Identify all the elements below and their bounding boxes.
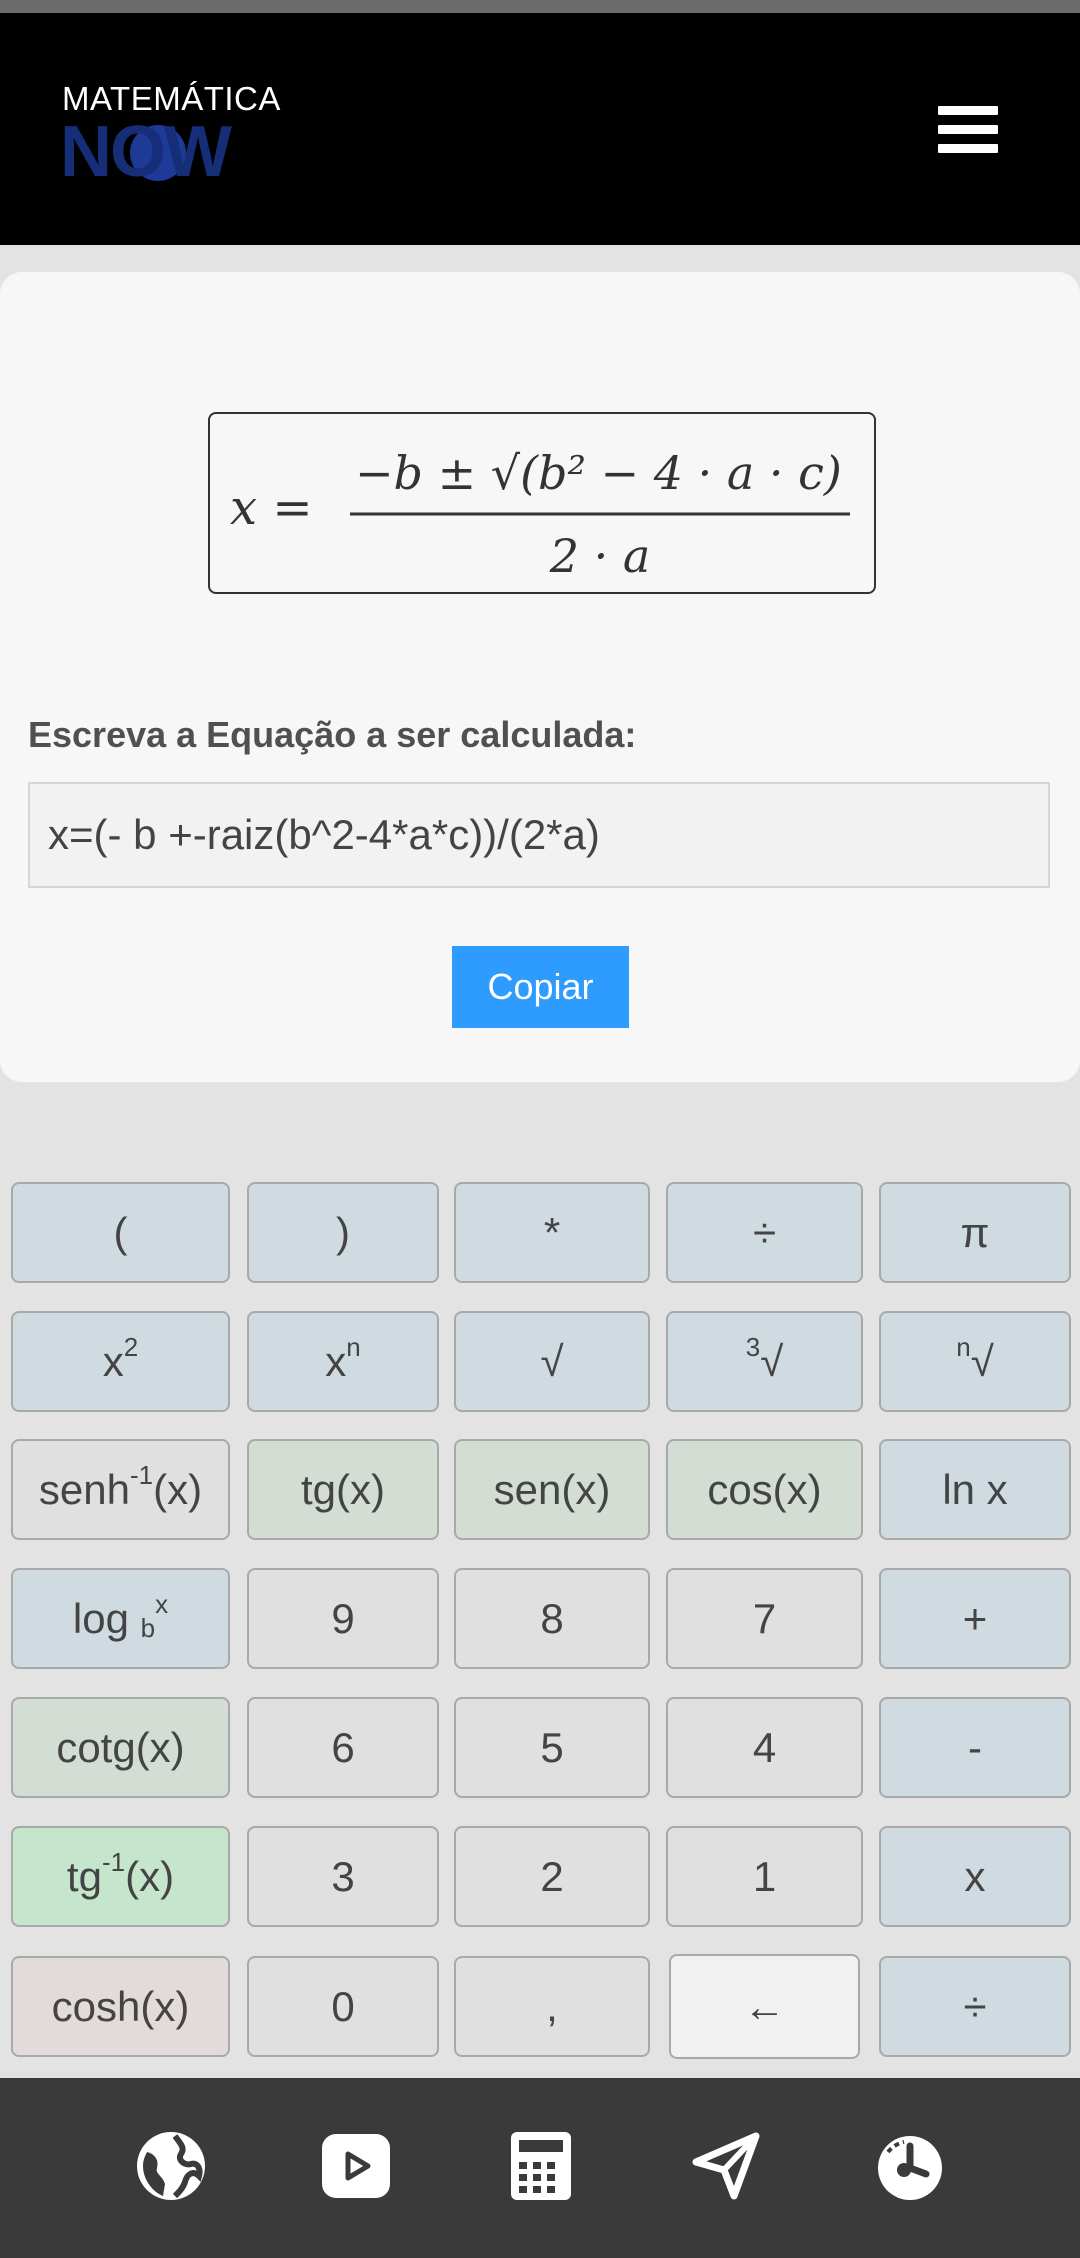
key-square[interactable]: x2 bbox=[11, 1311, 230, 1412]
equation-label: Escreva a Equação a ser calculada: bbox=[28, 714, 637, 755]
key-cbrt-index: 3 bbox=[745, 1332, 761, 1362]
key-tg-inverse-base: tg bbox=[66, 1852, 102, 1900]
play-icon[interactable] bbox=[320, 2130, 392, 2202]
key-6[interactable]: 6 bbox=[247, 1697, 439, 1798]
key-senh-inverse[interactable]: senh -1 (x) bbox=[11, 1439, 230, 1540]
formula-card: x = −b ± √(b² − 4 · a · c) 2 · a Escreva… bbox=[0, 272, 1080, 1082]
key-open-paren[interactable]: ( bbox=[11, 1182, 230, 1283]
key-tg-inverse-arg: (x) bbox=[125, 1852, 175, 1900]
globe-icon[interactable] bbox=[135, 2130, 207, 2202]
key-3[interactable]: 3 bbox=[247, 1826, 439, 1927]
key-cbrt-symbol: √ bbox=[760, 1337, 784, 1385]
key-log[interactable]: log bx bbox=[11, 1568, 230, 1669]
key-tg-inverse-exp: -1 bbox=[101, 1847, 126, 1877]
keypad: ( ) * ÷ π x2 xn √ 3 √ n √ senh -1 (x) tg(x) … bbox=[0, 1180, 1080, 2080]
key-sen[interactable]: sen(x) bbox=[454, 1439, 650, 1540]
logo-wordmark: NOW bbox=[60, 112, 232, 192]
key-1[interactable]: 1 bbox=[666, 1826, 863, 1927]
key-close-paren[interactable]: ) bbox=[247, 1182, 439, 1283]
key-cosh[interactable]: cosh(x) bbox=[11, 1956, 230, 2057]
key-power-base: x bbox=[325, 1337, 347, 1385]
key-power-exp: n bbox=[346, 1332, 361, 1362]
key-7[interactable]: 7 bbox=[666, 1568, 863, 1669]
key-tg-inverse[interactable]: tg -1 (x) bbox=[11, 1826, 230, 1927]
key-nroot[interactable]: n √ bbox=[879, 1311, 1071, 1412]
key-times[interactable]: x bbox=[879, 1826, 1071, 1927]
bottom-navigation bbox=[0, 2078, 1080, 2258]
key-cos[interactable]: cos(x) bbox=[666, 1439, 863, 1540]
formula-denominator: 2 · a bbox=[549, 529, 651, 583]
calculator-icon[interactable] bbox=[505, 2130, 577, 2202]
app-header: MATEMÁTICA NOW bbox=[0, 13, 1080, 245]
key-nroot-index: n bbox=[956, 1332, 971, 1362]
equation-input[interactable]: x=(- b +-raiz(b^2-4*a*c))/(2*a) bbox=[28, 782, 1050, 888]
key-tg[interactable]: tg(x) bbox=[247, 1439, 439, 1540]
key-backspace[interactable]: ← bbox=[669, 1954, 860, 2059]
copy-button[interactable]: Copiar bbox=[452, 946, 629, 1028]
key-0[interactable]: 0 bbox=[247, 1956, 439, 2057]
key-plus[interactable]: + bbox=[879, 1568, 1071, 1669]
key-log-sup: x bbox=[155, 1589, 169, 1619]
formula-lhs: x = bbox=[230, 480, 313, 536]
key-sqrt[interactable]: √ bbox=[454, 1311, 650, 1412]
key-8[interactable]: 8 bbox=[454, 1568, 650, 1669]
key-divide[interactable]: ÷ bbox=[666, 1182, 863, 1283]
formula-numerator: −b ± √(b² − 4 · a · c) bbox=[355, 446, 842, 500]
hamburger-menu-icon[interactable] bbox=[938, 106, 998, 160]
key-power[interactable]: xn bbox=[247, 1311, 439, 1412]
key-log-base: log bbox=[72, 1594, 129, 1642]
key-square-exp: 2 bbox=[123, 1332, 139, 1362]
key-pi[interactable]: π bbox=[879, 1182, 1071, 1283]
key-square-base: x bbox=[102, 1337, 124, 1385]
formula-display: x = −b ± √(b² − 4 · a · c) 2 · a bbox=[208, 412, 876, 594]
key-senh-inverse-base: senh bbox=[38, 1465, 130, 1513]
key-9[interactable]: 9 bbox=[247, 1568, 439, 1669]
key-divide-2[interactable]: ÷ bbox=[879, 1956, 1071, 2057]
key-nroot-symbol: √ bbox=[970, 1337, 994, 1385]
key-cbrt[interactable]: 3 √ bbox=[666, 1311, 863, 1412]
status-strip bbox=[0, 0, 1080, 13]
key-comma[interactable]: , bbox=[454, 1956, 650, 2057]
key-cotg[interactable]: cotg(x) bbox=[11, 1697, 230, 1798]
key-2[interactable]: 2 bbox=[454, 1826, 650, 1927]
key-4[interactable]: 4 bbox=[666, 1697, 863, 1798]
timer-icon[interactable] bbox=[874, 2130, 946, 2202]
key-multiply[interactable]: * bbox=[454, 1182, 650, 1283]
key-senh-inverse-arg: (x) bbox=[153, 1465, 203, 1513]
key-5[interactable]: 5 bbox=[454, 1697, 650, 1798]
key-senh-inverse-exp: -1 bbox=[129, 1460, 154, 1490]
key-log-sub: b bbox=[140, 1613, 156, 1643]
key-ln[interactable]: ln x bbox=[879, 1439, 1071, 1540]
paper-plane-icon[interactable] bbox=[690, 2130, 762, 2202]
key-minus[interactable]: - bbox=[879, 1697, 1071, 1798]
